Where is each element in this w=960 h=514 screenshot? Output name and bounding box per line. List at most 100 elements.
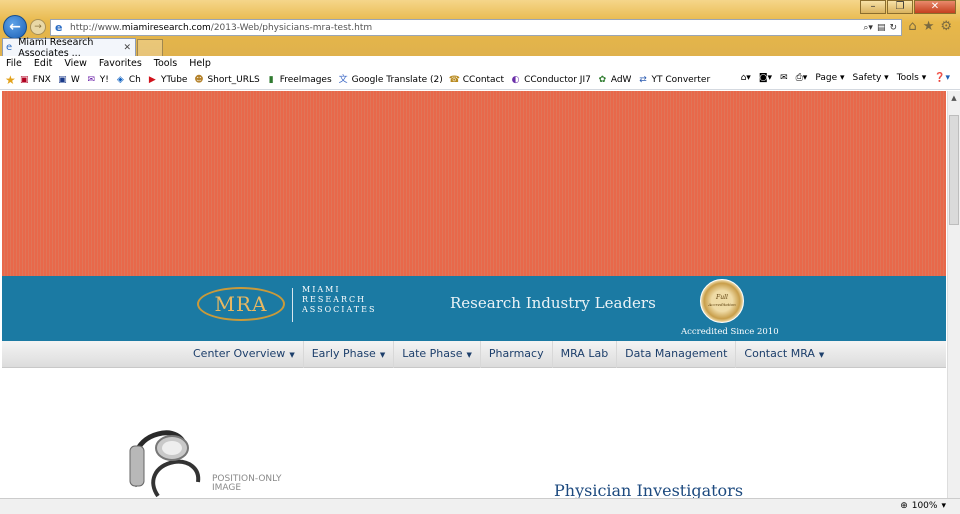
page-menu[interactable]: Page ▾ [815,73,844,83]
nav-item-label: MRA Lab [560,347,609,360]
forward-arrow-icon[interactable]: → [30,19,46,35]
nav-item-label: Contact MRA [744,347,815,360]
nav-item[interactable]: Data Management [617,341,737,368]
favorite-link[interactable]: ☎ CContact [449,75,504,86]
scroll-up-icon[interactable]: ▲ [948,91,960,105]
favorite-label: Y! [99,75,109,85]
favorite-link[interactable]: ▣ W [57,75,80,86]
favorite-label: YT Converter [651,75,711,85]
favorite-link[interactable]: ◐ CConductor JI7 [510,75,591,86]
chase-icon: ◈ [116,74,124,85]
favorite-label: AdW [610,75,632,85]
menu-file[interactable]: File [6,58,22,69]
gear-icon[interactable]: ⚙ [940,19,952,34]
zoom-level: 100% [911,501,938,511]
menu-edit[interactable]: Edit [34,58,52,69]
vertical-scrollbar[interactable]: ▲ [947,91,960,498]
ccontact-icon: ☎ [448,74,460,85]
window-controls: – ❐ ✕ [860,0,956,14]
compat-view-icon[interactable]: ▤ [877,23,886,33]
browser-tab[interactable]: e Miami Research Associates ... ✕ [2,37,136,59]
scroll-thumb[interactable] [949,115,959,225]
minimize-button[interactable]: – [860,0,886,14]
favorite-link[interactable]: ▣ FNX [19,75,51,86]
favorite-label: Ch [128,75,141,85]
zoom-control[interactable]: ⊕ 100% ▾ [900,501,946,511]
caret-down-icon: ▼ [379,351,386,359]
safety-menu[interactable]: Safety ▾ [853,73,889,83]
caret-down-icon: ▼ [289,351,295,359]
close-window-button[interactable]: ✕ [914,0,956,14]
favorite-link[interactable]: ▮ FreeImages [266,75,332,86]
mra-logo[interactable]: MRA [197,287,285,321]
nav-item[interactable]: Early Phase ▼ [304,341,395,368]
position-only-label: POSITION-ONLY IMAGE [212,474,282,493]
nav-item[interactable]: Late Phase ▼ [394,341,481,368]
bookmark-icon: ☻ [194,74,204,85]
favorite-link[interactable]: 文 Google Translate (2) [338,75,443,86]
tools-menu[interactable]: Tools ▾ [897,73,927,83]
favorite-label: YTube [160,75,188,85]
favorite-link[interactable]: ✉ Y! [86,74,109,86]
menu-view[interactable]: View [64,58,87,69]
refresh-icon[interactable]: ↻ [889,23,897,33]
favorite-link[interactable]: ◈ Ch [115,75,141,86]
command-bar: ⌂▾ ◙▾ ✉ ⎙▾ Page ▾ Safety ▾ Tools ▾ ❓▾ [741,73,950,83]
back-arrow-icon[interactable]: ← [3,15,27,39]
stethoscope-image [129,430,201,498]
status-bar: ⊕ 100% ▾ [0,498,960,514]
favorites-add-icon[interactable]: ★ [5,73,16,87]
ie-tab-icon: e [6,42,13,53]
nav-item[interactable]: MRA Lab [553,341,618,368]
menu-tools[interactable]: Tools [154,58,177,69]
browser-chrome: – ❐ ✕ ← → e http://www.miamiresearch.com… [0,0,960,59]
browser-toolbar-icons: ⌂ ★ ⚙ [908,19,952,34]
favorite-label: CConductor JI7 [524,75,591,85]
nav-item-label: Early Phase [311,347,376,360]
favorite-label: Short_URLS [207,75,260,85]
print-icon[interactable]: ⎙▾ [796,73,808,83]
yahoo-icon: ✉ [87,74,96,85]
help-icon[interactable]: ❓▾ [934,73,950,83]
home-menu-icon[interactable]: ⌂▾ [741,73,751,83]
weather-icon: ▣ [58,74,67,85]
page-heading: Physician Investigators [554,481,744,498]
nav-item-label: Data Management [625,347,728,360]
logo-wordmark: MIAMI RESEARCH ASSOCIATES [302,285,377,314]
nav-item[interactable]: Contact MRA ▼ [736,341,832,368]
tagline: Research Industry Leaders [450,294,656,312]
converter-icon: ⇄ [639,74,647,85]
page-viewport: MRA MIAMI RESEARCH ASSOCIATES Research I… [0,91,947,498]
favorite-label: FreeImages [279,75,332,85]
hero-banner [2,91,946,276]
favorite-link[interactable]: ✿ AdW [597,75,632,86]
nav-item[interactable]: Center Overview ▼ [185,341,304,368]
close-tab-icon[interactable]: ✕ [123,43,135,53]
favorite-link[interactable]: ⇄ YT Converter [637,75,710,86]
maximize-button[interactable]: ❐ [887,0,913,14]
feeds-icon[interactable]: ◙▾ [759,73,772,83]
address-url[interactable]: http://www.miamiresearch.com/2013-Web/ph… [70,23,863,33]
favorite-label: Google Translate (2) [351,75,443,85]
menu-favorites[interactable]: Favorites [99,58,142,69]
nav-item-label: Late Phase [402,347,463,360]
home-icon[interactable]: ⌂ [908,19,916,34]
new-tab-button[interactable] [137,39,163,56]
menu-help[interactable]: Help [189,58,211,69]
accreditation-seal: Full Accreditation [700,279,744,323]
nav-item-label: Center Overview [193,347,286,360]
mail-icon[interactable]: ✉ [780,73,788,83]
youtube-icon: ▶ [148,74,156,85]
favorites-star-icon[interactable]: ★ [923,19,935,34]
address-bar[interactable]: e http://www.miamiresearch.com/2013-Web/… [50,19,902,36]
favorite-link[interactable]: ☻ Short_URLS [193,75,259,86]
chevron-down-icon: ▾ [941,501,946,511]
favorite-link[interactable]: ▶ YTube [147,75,188,86]
favorite-label: CContact [462,75,505,85]
translate-icon: 文 [338,74,348,85]
menu-bar: File Edit View Favorites Tools Help [0,56,960,71]
nav-item[interactable]: Pharmacy [481,341,553,368]
nav-item-label: Pharmacy [488,347,544,360]
favorite-label: W [70,75,80,85]
search-icon[interactable]: ⌕▾ [863,23,873,33]
